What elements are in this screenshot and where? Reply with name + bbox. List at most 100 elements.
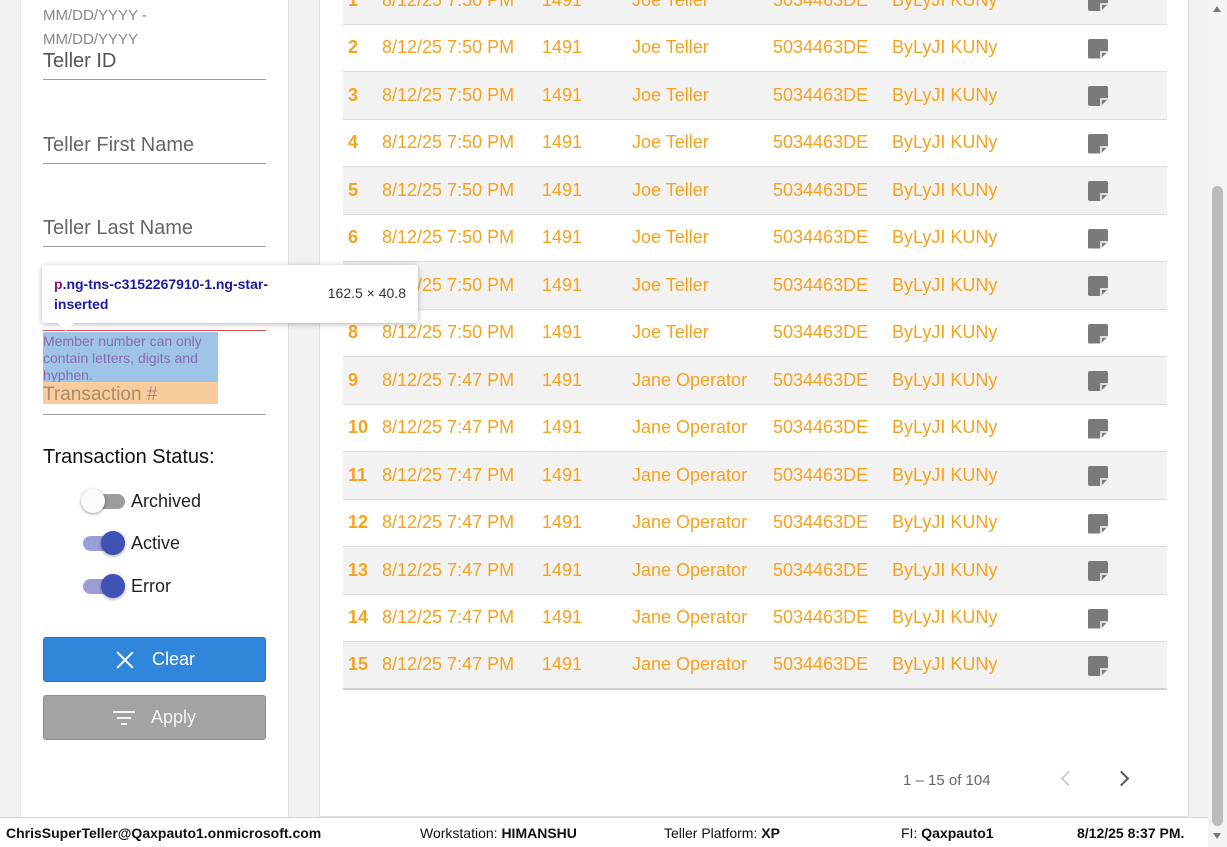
table-row[interactable]: 5 8/12/25 7:50 PM 1491 Joe Teller 5034463DE B…: [343, 167, 1167, 215]
status-toggle-error[interactable]: Error: [81, 574, 171, 598]
table-row[interactable]: 78/12/25 7:50 PM1491Joe Teller5034463DEB…: [343, 262, 1167, 310]
table-row[interactable]: 14 8/12/25 7:47 PM 1491 Jane Operator 503446…: [343, 595, 1167, 642]
table-row[interactable]: 10 8/12/25 7:47 PM 1491 Jane Operator 503446…: [343, 405, 1167, 452]
table-row[interactable]: 2 8/12/25 7:50 PM 1491 Joe Teller 5034463DE B…: [343, 25, 1167, 72]
active-label: Active: [131, 532, 181, 553]
row-number: 10: [348, 417, 369, 438]
row-teller: Jane Operator: [632, 512, 748, 533]
transaction-number-input[interactable]: Transaction #: [43, 382, 266, 415]
row-number: 4: [348, 132, 359, 153]
row-teller: Jane Operator: [632, 607, 748, 628]
table-row[interactable]: 9 8/12/25 7:47 PM 1491 Jane Operator 5034463…: [343, 357, 1167, 405]
teller-last-name-input[interactable]: Teller Last Name: [43, 217, 266, 247]
note-icon: [1088, 86, 1108, 106]
active-toggle[interactable]: [81, 531, 125, 555]
status-bar: ChrisSuperTeller@Qaxpauto1.onmicrosoft.c…: [0, 817, 1208, 847]
note-icon: [1088, 418, 1108, 439]
tooltip-tag: p: [54, 276, 63, 292]
table-row[interactable]: 6 8/12/25 7:50 PM 1491 Joe Teller 5034463DE B…: [343, 215, 1167, 262]
transactions-panel: 1 8/12/25 7:50 PM 1491 Joe Teller 5034463DE B…: [319, 0, 1189, 817]
status-toggle-active[interactable]: Active: [81, 531, 180, 555]
note-icon: [1088, 228, 1108, 249]
row-note-button[interactable]: [1088, 466, 1108, 486]
row-date: 8/12/25 7:47 PM: [382, 512, 515, 533]
row-number: 6: [348, 227, 359, 248]
transactions-table: 1 8/12/25 7:50 PM 1491 Joe Teller 5034463DE B…: [343, 0, 1167, 690]
clear-button[interactable]: Clear: [43, 637, 266, 682]
table-row[interactable]: 3 8/12/25 7:50 PM 1491 Joe Teller 5034463DE B…: [343, 72, 1167, 120]
apply-button-label: Apply: [150, 707, 197, 727]
previous-page-button[interactable]: [1055, 768, 1077, 790]
scroll-down-arrow-icon[interactable]: [1213, 833, 1221, 839]
table-row[interactable]: 11 8/12/25 7:47 PM 1491 Jane Operator 503446…: [343, 452, 1167, 500]
archived-toggle[interactable]: [81, 489, 125, 513]
row-member-name: ByLyJI KUNy: [892, 654, 998, 675]
row-teller: Jane Operator: [632, 464, 748, 485]
row-teller: Joe Teller: [632, 37, 709, 58]
teller-id-input[interactable]: Teller ID: [43, 50, 266, 80]
row-member-name: ByLyJI KUNy: [892, 179, 998, 200]
row-member-name: ByLyJI KUNy: [892, 227, 998, 248]
toggle-thumb: [101, 574, 125, 598]
row-note-button[interactable]: [1088, 228, 1108, 249]
scroll-up-arrow-icon[interactable]: [1213, 6, 1221, 12]
row-workstation: 5034463DE: [773, 0, 868, 11]
row-note-button[interactable]: [1088, 323, 1108, 344]
next-page-button[interactable]: [1113, 768, 1136, 790]
row-account: 1491: [542, 84, 583, 105]
chevron-left-icon: [1060, 770, 1077, 787]
table-row[interactable]: 13 8/12/25 7:47 PM 1491 Jane Operator 503446…: [343, 547, 1167, 595]
row-teller: Joe Teller: [632, 227, 709, 248]
row-note-button[interactable]: [1088, 0, 1108, 11]
row-teller: Joe Teller: [632, 322, 709, 343]
row-account: 1491: [542, 559, 583, 580]
note-icon: [1088, 371, 1108, 391]
date-range-input[interactable]: MM/DD/YYYY - MM/DD/YYYY: [43, 4, 243, 52]
table-row[interactable]: 15 8/12/25 7:47 PM 1491 Jane Operator 503446…: [343, 642, 1167, 690]
error-toggle[interactable]: [81, 574, 125, 598]
teller-first-name-input[interactable]: Teller First Name: [43, 134, 266, 164]
apply-button[interactable]: Apply: [43, 695, 266, 740]
scrollbar-thumb[interactable]: [1212, 186, 1223, 826]
tooltip-size: 162.5 × 40.8: [327, 285, 406, 301]
chevron-right-icon: [1113, 770, 1130, 787]
row-workstation: 5034463DE: [773, 179, 869, 200]
page-scrollbar[interactable]: [1208, 0, 1227, 847]
table-row[interactable]: 8 8/12/25 7:50 PM 1491 Joe Teller 5034463DE B…: [343, 310, 1167, 357]
note-icon: [1088, 656, 1108, 676]
row-note-button[interactable]: [1088, 86, 1108, 106]
close-icon: [114, 649, 136, 671]
note-icon: [1088, 133, 1108, 154]
row-note-button[interactable]: [1088, 418, 1108, 439]
row-account: 1491: [542, 464, 583, 485]
row-note-button[interactable]: [1088, 561, 1108, 581]
row-note-button[interactable]: [1088, 181, 1108, 201]
row-note-button[interactable]: [1088, 608, 1108, 629]
note-icon: [1088, 181, 1108, 201]
row-workstation: 5034463DE: [773, 322, 869, 343]
table-row[interactable]: 12 8/12/25 7:47 PM 1491 Jane Operator 503446…: [343, 500, 1167, 547]
note-icon: [1088, 38, 1108, 59]
row-note-button[interactable]: [1088, 38, 1108, 59]
row-workstation: 5034463DE: [773, 559, 869, 580]
fi-value: Qaxpauto1: [921, 825, 994, 841]
status-toggle-archived[interactable]: Archived: [81, 489, 201, 513]
row-note-button[interactable]: [1088, 513, 1108, 534]
row-note-button[interactable]: [1088, 276, 1108, 296]
row-note-button[interactable]: [1088, 656, 1108, 676]
row-workstation: 5034463DE: [773, 607, 869, 628]
note-icon: [1088, 276, 1108, 296]
row-date: 8/12/25 7:50 PM: [382, 179, 515, 200]
row-note-button[interactable]: [1088, 371, 1108, 391]
note-icon: [1088, 323, 1108, 344]
row-note-button[interactable]: [1088, 133, 1108, 154]
status-fi: FI: Qaxpauto1: [901, 825, 994, 841]
table-row[interactable]: 4 8/12/25 7:50 PM 1491 Joe Teller 5034463DE B…: [343, 120, 1167, 167]
row-workstation: 5034463DE: [773, 654, 869, 675]
row-account: 1491: [542, 512, 583, 533]
workstation-value: HIMANSHU: [501, 825, 577, 841]
table-row[interactable]: 1 8/12/25 7:50 PM 1491 Joe Teller 5034463DE B…: [343, 0, 1167, 25]
row-date: 8/12/25 7:50 PM: [382, 132, 515, 153]
inspect-tooltip: p.ng-tns-c3152267910-1.ng-star-inserted …: [42, 265, 418, 331]
row-date: 8/12/25 7:47 PM: [382, 464, 515, 485]
